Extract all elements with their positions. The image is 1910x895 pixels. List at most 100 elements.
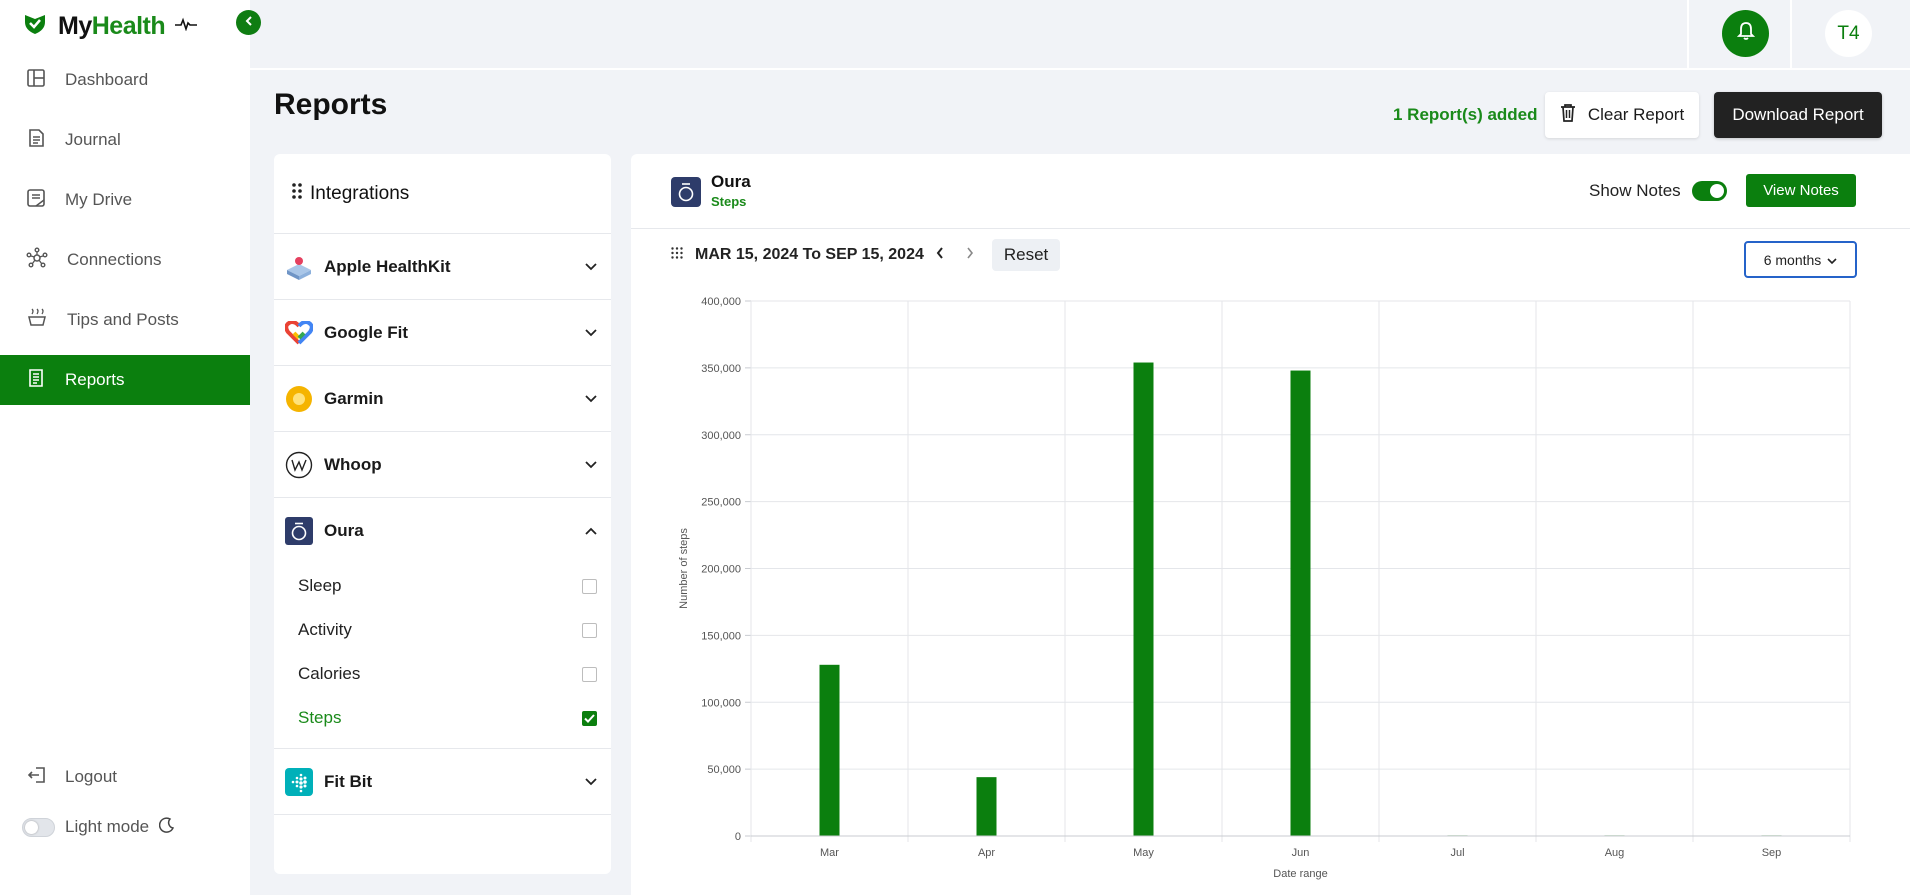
top-bar: T4 [250,0,1910,70]
activity-checkbox[interactable] [582,622,597,638]
date-range-bar: MAR 15, 2024 To SEP 15, 2024 Reset [671,239,1061,271]
collapse-sidebar-button[interactable] [236,10,261,35]
connections-icon [26,247,48,274]
next-range-button[interactable] [966,246,974,264]
integrations-title: Integrations [310,182,410,204]
divider [1687,0,1689,68]
light-mode-label: Light mode [65,817,150,836]
view-notes-button[interactable]: View Notes [1746,174,1856,207]
sidebar-item-label: My Drive [65,190,133,209]
show-notes-toggle[interactable] [1692,181,1727,201]
logo-text: MyHealth [58,11,166,40]
dashboard-icon [26,68,46,93]
fitbit-icon [284,767,314,797]
y-tick-label: 300,000 [701,430,741,442]
period-value: 6 months [1763,251,1822,268]
sidebar-item-label: Tips and Posts [67,310,179,329]
sidebar-item-label: Journal [65,130,121,149]
divider [1790,0,1792,68]
chevron-down-icon [585,258,597,276]
integration-label: Oura [324,521,364,540]
previous-range-button[interactable] [936,246,944,264]
reset-button[interactable]: Reset [991,239,1061,271]
tips-icon [26,308,48,333]
chevron-up-icon [585,522,597,540]
integration-garmin[interactable]: Garmin [274,366,611,432]
light-mode-toggle[interactable]: Light mode [0,810,250,844]
drag-handle-icon[interactable] [292,182,302,205]
grid-drag-icon[interactable] [671,246,683,264]
report-metric: Steps [711,194,747,209]
oura-options: Sleep Activity Calories Steps [274,564,611,749]
integration-oura[interactable]: Oura [274,498,611,564]
sidebar: MyHealth Dashboard Journal My Drive Conn… [0,0,250,895]
theme-switch[interactable] [22,817,55,837]
sidebar-item-journal[interactable]: Journal [0,115,250,165]
option-steps[interactable]: Steps [274,696,611,740]
journal-icon [26,128,46,153]
option-sleep[interactable]: Sleep [274,564,611,608]
chevron-down-icon [585,324,597,342]
integration-label: Apple HealthKit [324,256,451,276]
y-tick-label: 100,000 [701,697,741,709]
y-tick-label: 250,000 [701,497,741,509]
app-logo[interactable]: MyHealth [22,10,198,42]
download-report-button[interactable]: Download Report [1714,92,1882,138]
y-axis-title: Number of steps [678,528,690,609]
notifications-button[interactable] [1722,10,1769,57]
clear-report-button[interactable]: Clear Report [1545,92,1699,138]
sidebar-item-my-drive[interactable]: My Drive [0,175,250,225]
integration-label: Garmin [324,388,384,408]
period-select[interactable]: 6 months [1744,241,1857,278]
logout-button[interactable]: Logout [0,760,250,794]
reports-icon [26,368,46,393]
x-axis-title: Date range [1273,868,1327,880]
sidebar-item-label: Reports [65,370,125,389]
option-calories[interactable]: Calories [274,652,611,696]
oura-ring-icon [284,516,314,546]
integration-whoop[interactable]: Whoop [274,432,611,498]
report-source: Oura [711,172,751,191]
sidebar-bottom: Logout Light mode [0,760,250,844]
google-fit-icon [284,318,314,348]
page-title: Reports [274,88,388,121]
avatar[interactable]: T4 [1825,10,1872,57]
x-tick-label: Sep [1762,847,1782,859]
option-activity[interactable]: Activity [274,608,611,652]
option-label: Activity [298,620,352,639]
sleep-checkbox[interactable] [582,578,597,594]
bar-jun [1290,370,1311,836]
logout-label: Logout [65,767,117,786]
date-range-text: MAR 15, 2024 To SEP 15, 2024 [695,246,924,263]
sidebar-item-tips-and-posts[interactable]: Tips and Posts [0,295,250,345]
y-tick-label: 0 [735,831,741,843]
steps-chart-svg: 0 50,000 100,000 150,000 200,000 250,000 300,0… [678,296,1851,880]
chevron-down-icon [1827,252,1837,268]
bar-apr [976,777,997,836]
y-tick-label: 150,000 [701,630,741,642]
heart-shield-icon [22,13,48,40]
trash-icon [1560,103,1576,127]
y-tick-label: 200,000 [701,564,741,576]
reports-added-status: 1 Report(s) added [1393,105,1538,124]
sidebar-item-dashboard[interactable]: Dashboard [0,55,250,105]
steps-checkbox[interactable] [582,710,597,726]
option-label: Steps [298,708,342,727]
integration-fit-bit[interactable]: Fit Bit [274,749,611,815]
option-label: Sleep [298,576,342,595]
x-tick-label: Jun [1292,847,1310,859]
sidebar-item-connections[interactable]: Connections [0,235,250,285]
chevron-down-icon [585,456,597,474]
integration-label: Whoop [324,454,382,474]
integration-google-fit[interactable]: Google Fit [274,300,611,366]
y-tick-label: 50,000 [707,764,741,776]
chevron-down-icon [585,773,597,791]
sidebar-nav: Dashboard Journal My Drive Connections T… [0,55,250,415]
integration-apple-healthkit[interactable]: Apple HealthKit [274,234,611,300]
logout-icon [27,765,47,790]
report-panel: Oura Steps Show Notes View Notes MAR 15,… [631,154,1910,895]
integration-label: Fit Bit [324,771,373,791]
pulse-icon [175,17,198,36]
sidebar-item-reports[interactable]: Reports [0,355,250,405]
calories-checkbox[interactable] [582,666,597,682]
